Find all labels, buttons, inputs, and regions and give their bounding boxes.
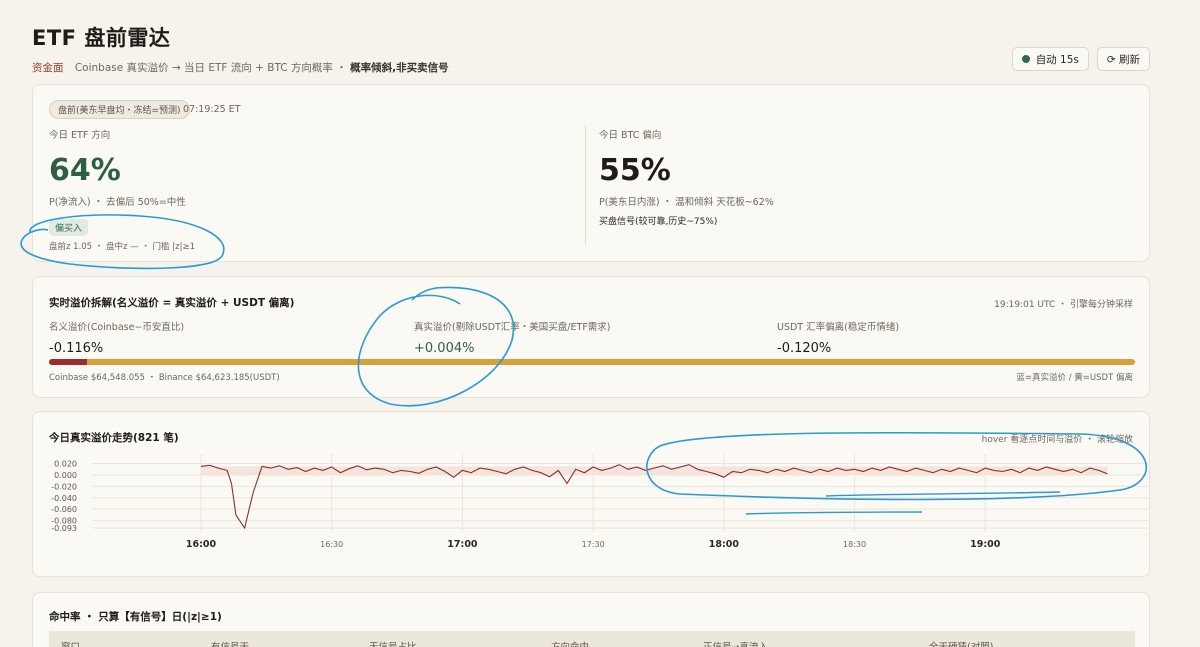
trend-chart[interactable]: 0.0200.000-0.020-0.040-0.060-0.080-0.093… <box>33 412 1151 578</box>
header-actions: 自动 15s ⟳ 刷新 <box>1011 47 1150 71</box>
col-positive-inflow: 正信号→真流入 <box>691 631 917 647</box>
panel-divider <box>585 125 586 245</box>
y-tick-label: 0.000 <box>54 471 77 480</box>
btc-probability: 55% <box>599 153 671 188</box>
col-baseline: 全天硬猜(对照) <box>917 631 1117 647</box>
session-pill: 盘前(美东早盘均・冻结=预测) <box>49 100 190 119</box>
col-no-signal: 无信号占比 <box>357 631 539 647</box>
btc-desc: P(美东日内涨) ・ 温和倾斜 天花板~62% <box>599 197 774 208</box>
y-tick-label: -0.040 <box>51 494 77 503</box>
nominal-label: 名义溢价(Coinbase−币安直比) <box>49 322 185 333</box>
x-tick-label: 17:30 <box>582 540 605 549</box>
auto-refresh-toggle[interactable]: 自动 15s <box>1011 47 1089 71</box>
btc-panel: 今日 BTC 偏向 55% P(美东日内涨) ・ 温和倾斜 天花板~62% 买盘… <box>599 127 1119 227</box>
hit-rate-card: 命中率 ・ 只算【有信号】日(|z|≥1) 窗口 有信号天 无信号占比 方向命中… <box>32 592 1150 647</box>
premium-trend-card: 今日真实溢价走势(821 笔) hover 看逐点时间与溢价 ・ 滚轮缩放 0.… <box>32 411 1150 577</box>
decomp-title: 实时溢价拆解(名义溢价 = 真实溢价 + USDT 偏离) <box>49 297 295 309</box>
page-title: ETF 盘前雷达 <box>32 26 171 50</box>
real-value: +0.004% <box>414 341 475 356</box>
decomp-meta: 19:19:01 UTC ・ 引擎每分钟采样 <box>994 300 1133 310</box>
premium-composition-bar <box>49 359 1135 365</box>
section-tag: 资金面 <box>32 62 64 74</box>
price-footer: Coinbase $64,548.055 ・ Binance $64,623.1… <box>49 373 280 383</box>
etf-label: 今日 ETF 方向 <box>49 130 111 141</box>
hit-title: 命中率 ・ 只算【有信号】日(|z|≥1) <box>49 611 222 623</box>
bar-legend: 蓝=真实溢价 / 黄=USDT 偏离 <box>1016 373 1133 383</box>
status-dot-icon <box>1021 55 1030 63</box>
nominal-value: -0.116% <box>49 341 104 356</box>
usdt-value: -0.120% <box>777 341 832 356</box>
refresh-label: ⟳ 刷新 <box>1106 53 1140 66</box>
refresh-button[interactable]: ⟳ 刷新 <box>1096 47 1150 71</box>
usdt-label: USDT 汇率偏离(稳定币情绪) <box>777 322 900 333</box>
x-tick-label: 18:30 <box>843 540 866 549</box>
etf-panel: 今日 ETF 方向 64% P(净流入) ・ 去偏后 50%=中性 偏买入 盘前… <box>49 127 569 252</box>
x-tick-label: 18:00 <box>709 539 740 550</box>
col-direction-hit: 方向命中 <box>539 631 691 647</box>
x-tick-label: 16:00 <box>186 539 217 550</box>
etf-desc: P(净流入) ・ 去偏后 50%=中性 <box>49 197 186 208</box>
etf-probability: 64% <box>49 153 121 188</box>
etf-detail: 盘前z 1.05 ・ 盘中z — ・ 门槛 |z|≥1 <box>49 242 195 252</box>
premium-decomposition-card: 实时溢价拆解(名义溢价 = 真实溢价 + USDT 偏离) 19:19:01 U… <box>32 276 1150 398</box>
col-window: 窗口 <box>49 631 199 647</box>
y-tick-label: -0.093 <box>51 524 77 533</box>
auto-refresh-label: 自动 15s <box>1035 53 1079 66</box>
page-subtitle: 资金面 Coinbase 真实溢价 → 当日 ETF 流向 + BTC 方向概率… <box>32 60 1168 75</box>
col-signal-days: 有信号天 <box>199 631 357 647</box>
session-time: 07:19:25 ET <box>183 104 241 115</box>
nominal-premium: 名义溢价(Coinbase−币安直比) -0.116% <box>49 319 399 356</box>
x-tick-label: 17:00 <box>447 539 478 550</box>
page-header: ETF 盘前雷达 资金面 Coinbase 真实溢价 → 当日 ETF 流向 +… <box>32 22 1168 75</box>
probability-card: 盘前(美东早盘均・冻结=预测) 07:19:25 ET 今日 ETF 方向 64… <box>32 84 1150 262</box>
x-tick-label: 19:00 <box>970 539 1001 550</box>
etf-badge: 偏买入 <box>49 219 89 236</box>
hit-table-header: 窗口 有信号天 无信号占比 方向命中 正信号→真流入 全天硬猜(对照) <box>49 631 1135 647</box>
usdt-deviation: USDT 汇率偏离(稳定币情绪) -0.120% <box>777 319 1127 356</box>
subtitle-desc: Coinbase 真实溢价 → 当日 ETF 流向 + BTC 方向概率 ・ <box>74 62 347 74</box>
y-tick-label: 0.020 <box>54 460 77 469</box>
y-tick-label: -0.020 <box>51 482 77 491</box>
btc-label: 今日 BTC 偏向 <box>599 130 662 141</box>
y-tick-label: -0.060 <box>51 505 77 514</box>
subtitle-emph: 概率倾斜,非买卖信号 <box>350 62 449 74</box>
x-tick-label: 16:30 <box>320 540 343 549</box>
btc-note: 买盘信号(较可靠,历史~75%) <box>599 217 718 227</box>
real-label: 真实溢价(剔除USDT汇率・美国买盘/ETF需求) <box>414 322 611 333</box>
real-premium-segment <box>49 359 87 365</box>
real-premium: 真实溢价(剔除USDT汇率・美国买盘/ETF需求) +0.004% <box>414 319 764 356</box>
